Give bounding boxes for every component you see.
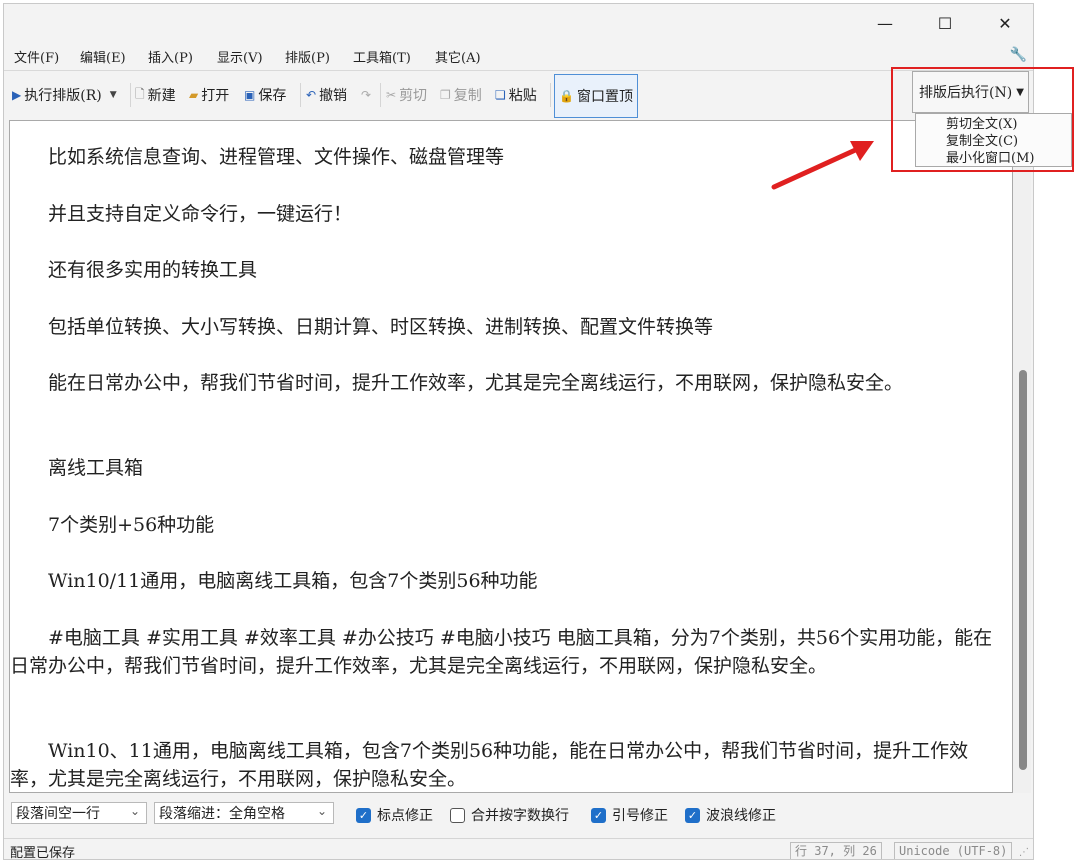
checkmark-icon: ✓ bbox=[591, 807, 606, 823]
paragraph: 7个类别+56种功能 bbox=[10, 514, 215, 536]
new-label: 新建 bbox=[147, 88, 176, 104]
toolbar: ▶ 执行排版(R) ▼ 🗋 新建 ▰ 打开 ▣ 保存 ↶ 撤销 ↷ ✂ 剪切 ❐… bbox=[4, 70, 1033, 121]
paragraph: 并且支持自定义命令行，一键运行！ bbox=[10, 203, 353, 225]
annotation-arrow-icon bbox=[771, 141, 874, 190]
cursor-position: 行 37, 列 26 bbox=[790, 842, 882, 859]
annotation-highlight-box bbox=[891, 67, 1074, 172]
open-label: 打开 bbox=[201, 88, 230, 104]
quote-fix-checkbox[interactable]: ✓ 引号修正 bbox=[591, 805, 668, 825]
menu-bar: 文件(F) 编辑(E) 插入(P) 显示(V) 排版(P) 工具箱(T) 其它(… bbox=[4, 44, 1033, 68]
folder-icon: ▰ bbox=[189, 88, 199, 102]
copy-label: 复制 bbox=[453, 88, 482, 104]
checkbox-label: 合并按字数换行 bbox=[471, 808, 569, 824]
chevron-down-icon: ⌄ bbox=[316, 804, 327, 818]
save-icon: ▣ bbox=[244, 88, 256, 102]
undo-button[interactable]: ↶ 撤销 bbox=[306, 81, 347, 109]
paragraph: Win10、11通用，电脑离线工具箱，包含7个类别56种功能，能在日常办公中，帮… bbox=[10, 740, 969, 790]
new-button[interactable]: 🗋 新建 bbox=[135, 81, 176, 109]
tilde-fix-checkbox[interactable]: ✓ 波浪线修正 bbox=[685, 805, 776, 825]
paragraph: 还有很多实用的转换工具 bbox=[10, 259, 258, 281]
chevron-down-icon[interactable]: ▼ bbox=[110, 90, 117, 100]
copy-icon: ❐ bbox=[440, 88, 451, 102]
separator bbox=[130, 83, 131, 107]
save-label: 保存 bbox=[258, 88, 287, 104]
paragraph: Win10/11通用，电脑离线工具箱，包含7个类别56种功能 bbox=[10, 570, 538, 592]
status-bar: 配置已保存 行 37, 列 26 Unicode (UTF-8) ⋰ bbox=[4, 838, 1033, 860]
separator bbox=[550, 83, 551, 107]
paragraph-spacing-select[interactable]: 段落间空一行 ⌄ bbox=[11, 802, 147, 824]
cut-label: 剪切 bbox=[399, 88, 428, 104]
chevron-down-icon: ⌄ bbox=[129, 804, 140, 818]
title-bar: — ☐ ✕ bbox=[4, 4, 1033, 42]
resize-grip-icon[interactable]: ⋰ bbox=[1019, 847, 1029, 858]
undo-icon: ↶ bbox=[306, 88, 317, 102]
wrench-icon[interactable]: 🔧 bbox=[1010, 47, 1027, 63]
open-button[interactable]: ▰ 打开 bbox=[189, 81, 229, 109]
paragraph-indent-select[interactable]: 段落缩进：全角空格 ⌄ bbox=[154, 802, 334, 824]
pin-icon: 🔒 bbox=[559, 89, 574, 103]
redo-icon: ↷ bbox=[361, 88, 372, 102]
minimize-button[interactable]: — bbox=[855, 4, 915, 42]
copy-button[interactable]: ❐ 复制 bbox=[440, 81, 482, 109]
undo-label: 撤销 bbox=[319, 88, 348, 104]
separator bbox=[380, 83, 381, 107]
text-editor[interactable]: 比如系统信息查询、进程管理、文件操作、磁盘管理等 并且支持自定义命令行，一键运行… bbox=[9, 120, 1013, 793]
punctuation-fix-checkbox[interactable]: ✓ 标点修正 bbox=[356, 805, 433, 825]
menu-toolbox[interactable]: 工具箱(T) bbox=[353, 47, 411, 66]
scrollbar-thumb[interactable] bbox=[1019, 370, 1027, 770]
paste-button[interactable]: ❏ 粘贴 bbox=[495, 81, 537, 109]
menu-edit[interactable]: 编辑(E) bbox=[80, 47, 126, 66]
checkbox-empty-icon bbox=[450, 807, 465, 823]
play-icon: ▶ bbox=[12, 88, 22, 102]
paragraph: 包括单位转换、大小写转换、日期计算、时区转换、进制转换、配置文件转换等 bbox=[10, 316, 714, 338]
status-message: 配置已保存 bbox=[10, 846, 76, 860]
checkbox-label: 标点修正 bbox=[377, 808, 433, 824]
menu-insert[interactable]: 插入(P) bbox=[148, 47, 193, 66]
new-file-icon: 🗋 bbox=[135, 86, 145, 101]
scissors-icon: ✂ bbox=[386, 88, 397, 102]
menu-view[interactable]: 显示(V) bbox=[217, 47, 263, 66]
paragraph: #电脑工具 #实用工具 #效率工具 #办公技巧 #电脑小技巧 电脑工具箱，分为7… bbox=[10, 627, 993, 677]
menu-format[interactable]: 排版(P) bbox=[285, 47, 330, 66]
menu-file[interactable]: 文件(F) bbox=[14, 47, 59, 66]
paste-label: 粘贴 bbox=[508, 88, 537, 104]
paragraph: 离线工具箱 bbox=[10, 457, 144, 479]
close-button[interactable]: ✕ bbox=[975, 4, 1033, 42]
vertical-scrollbar[interactable] bbox=[1013, 120, 1031, 793]
options-bar: 段落间空一行 ⌄ 段落缩进：全角空格 ⌄ ✓ 标点修正 合并按字数换行 ✓ 引号… bbox=[4, 794, 1033, 838]
run-format-button[interactable]: ▶ 执行排版(R) ▼ bbox=[12, 81, 120, 109]
redo-button[interactable]: ↷ bbox=[361, 81, 374, 109]
paste-icon: ❏ bbox=[495, 88, 506, 102]
app-window: — ☐ ✕ 文件(F) 编辑(E) 插入(P) 显示(V) 排版(P) 工具箱(… bbox=[3, 3, 1034, 860]
merge-lines-checkbox[interactable]: 合并按字数换行 bbox=[450, 805, 569, 825]
checkmark-icon: ✓ bbox=[685, 807, 700, 823]
encoding-indicator: Unicode (UTF-8) bbox=[894, 842, 1013, 859]
cut-button[interactable]: ✂ 剪切 bbox=[386, 81, 427, 109]
pin-window-button[interactable]: 🔒 窗口置顶 bbox=[554, 74, 638, 118]
menu-other[interactable]: 其它(A) bbox=[435, 47, 481, 66]
checkbox-label: 引号修正 bbox=[612, 808, 668, 824]
paragraph: 能在日常办公中，帮我们节省时间，提升工作效率，尤其是完全离线运行，不用联网，保护… bbox=[10, 372, 904, 394]
checkbox-label: 波浪线修正 bbox=[706, 808, 776, 824]
checkmark-icon: ✓ bbox=[356, 807, 371, 823]
maximize-button[interactable]: ☐ bbox=[915, 4, 975, 42]
paragraph-indent-value: 段落缩进：全角空格 bbox=[159, 806, 285, 822]
paragraph-spacing-value: 段落间空一行 bbox=[16, 806, 100, 822]
run-format-label: 执行排版(R) bbox=[24, 88, 102, 104]
save-button[interactable]: ▣ 保存 bbox=[244, 81, 286, 109]
pin-window-label: 窗口置顶 bbox=[576, 89, 633, 105]
separator bbox=[300, 83, 301, 107]
